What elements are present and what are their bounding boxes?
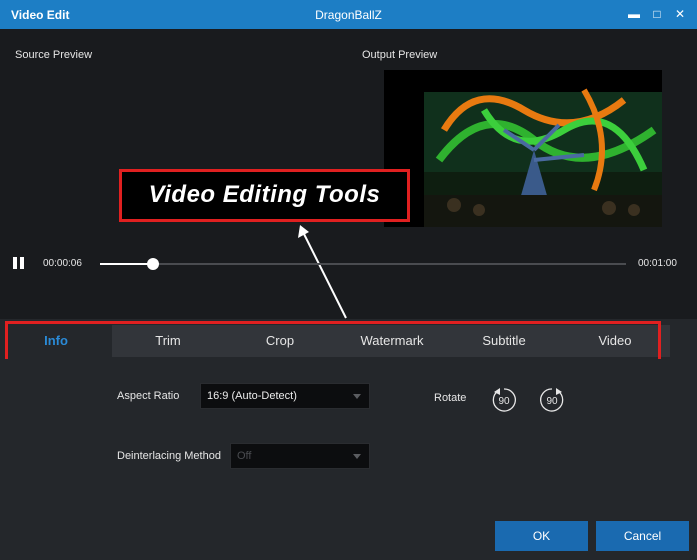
total-time: 00:01:00 <box>638 258 677 269</box>
pause-icon <box>13 257 17 269</box>
tab-video[interactable]: Video <box>560 325 670 357</box>
rotate-left-button[interactable]: 90 <box>490 386 518 414</box>
seek-progress <box>100 263 153 265</box>
rotate-left-icon: 90 <box>492 388 516 412</box>
current-time: 00:00:06 <box>43 258 82 269</box>
deinterlace-value: Off <box>237 450 252 462</box>
rotate-right-icon: 90 <box>540 388 564 412</box>
tab-trim[interactable]: Trim <box>112 325 224 357</box>
aspect-ratio-value: 16:9 (Auto-Detect) <box>207 390 297 402</box>
rotate-left-value: 90 <box>498 396 510 407</box>
edit-tabs: Info Trim Crop Watermark Subtitle Video <box>0 319 697 359</box>
cancel-button[interactable]: Cancel <box>596 521 689 551</box>
tab-subtitle[interactable]: Subtitle <box>448 325 560 357</box>
seek-bar[interactable] <box>100 258 626 270</box>
ok-button[interactable]: OK <box>495 521 588 551</box>
pause-button[interactable] <box>12 256 26 270</box>
aspect-ratio-label: Aspect Ratio <box>117 390 180 402</box>
aspect-ratio-select[interactable]: 16:9 (Auto-Detect) <box>200 383 370 409</box>
tab-info[interactable]: Info <box>0 325 112 357</box>
tab-crop[interactable]: Crop <box>224 325 336 357</box>
seek-handle[interactable] <box>146 258 159 270</box>
rotate-right-button[interactable]: 90 <box>538 386 566 414</box>
rotate-label: Rotate <box>434 392 467 404</box>
deinterlace-label: Deinterlacing Method <box>117 450 221 462</box>
deinterlace-select[interactable]: Off <box>230 443 370 469</box>
tab-watermark[interactable]: Watermark <box>336 325 448 357</box>
chevron-down-icon <box>353 454 361 459</box>
rotate-right-value: 90 <box>546 396 558 407</box>
chevron-down-icon <box>353 394 361 399</box>
